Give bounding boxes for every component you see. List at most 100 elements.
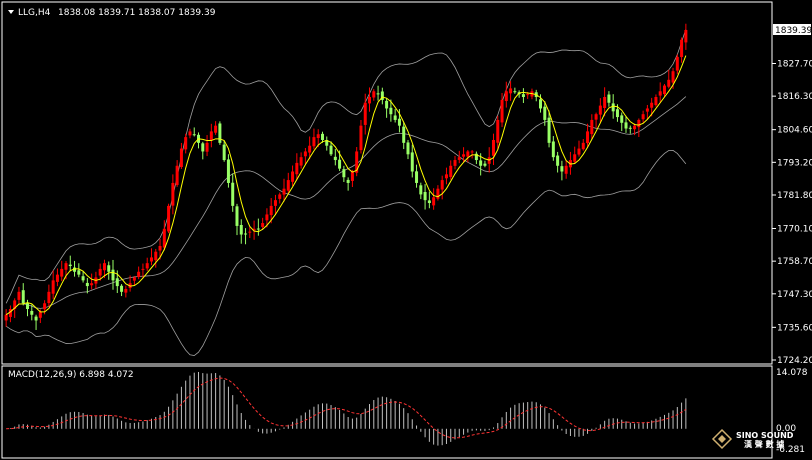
candle-body [611,103,615,112]
candle-body [680,39,684,58]
candle-body [675,56,679,71]
candle-body [667,79,671,87]
candle-body [586,131,590,144]
candle-body [543,106,547,120]
candle-body [462,154,466,157]
candle-body [496,119,500,143]
candle-body [30,310,34,315]
candle-body [590,119,594,135]
candle-body [145,263,149,269]
candle-body [658,91,662,96]
candle-body [654,97,658,106]
price-tick-label: 1804.60 [777,126,812,136]
candle-body [312,137,316,147]
candle-body [124,288,128,293]
candle-body [662,85,666,95]
candle-body [671,71,675,83]
candle-body [295,162,299,175]
macd-label: MACD(12,26,9) 6.898 4.072 [8,370,134,380]
candle-body [77,270,81,275]
candle-body [389,107,393,115]
candle-body [188,131,192,136]
candle-body [26,303,30,310]
candle-body [175,165,179,185]
candle-body [338,159,342,169]
candle-body [214,125,218,133]
candle-body [269,205,273,216]
candle-body [423,191,427,201]
candle-body [38,311,42,318]
candle-body [500,99,504,123]
candle-body [483,163,487,166]
candle-body [598,105,602,115]
candle-body [539,99,543,109]
candle-body [350,171,354,181]
candle-body [509,88,513,94]
candle-body [624,122,628,129]
candle-body [282,188,286,195]
candle-body [102,263,106,271]
candle-body [410,152,414,172]
candle-body [205,142,209,152]
candle-body [90,283,94,286]
candle-body [573,154,577,162]
candle-body [291,171,295,182]
candle-body [303,151,307,157]
candle-body [154,251,158,261]
candle-body [427,200,431,204]
price-tick-label: 1735.60 [777,323,812,333]
candle-body [149,257,153,262]
price-tick-label: 1747.30 [777,290,812,300]
candle-body [449,165,453,177]
candle-body [51,280,55,294]
candle-body [231,182,235,206]
candle-body [137,271,141,278]
candle-body [167,205,171,232]
candle-body [453,160,457,166]
candle-body [577,148,581,155]
candle-body [513,91,517,93]
price-tick-label: 1724.20 [777,356,812,366]
candle-body [81,276,85,281]
candle-body [111,269,115,281]
candle-body [286,180,290,191]
macd-tick-top: 14.078 [776,368,808,378]
candle-body [491,139,495,156]
candle-body [402,126,406,143]
candle-body [299,157,303,166]
candle-body [633,125,637,130]
candle-body [607,94,611,103]
candle-body [372,91,376,98]
candle-body [218,123,222,143]
candle-body [201,143,205,152]
candle-body [526,94,530,96]
candle-body [432,197,436,206]
candle-body [141,268,145,270]
candle-body [363,102,367,125]
candle-body [342,169,346,178]
candle-body [209,131,213,141]
candle-body [248,231,252,233]
candle-body [308,145,312,153]
candle-body [333,156,337,161]
candle-body [316,134,320,139]
candle-body [265,214,269,221]
candle-body [637,119,641,128]
price-chart[interactable]: LLG,H4 1838.08 1839.71 1838.07 1839.39 1… [0,0,812,460]
candle-body [120,285,124,292]
candle-body [564,165,568,174]
candle-body [132,277,136,281]
candle-body [581,142,585,150]
candle-body [457,157,461,160]
candle-body [397,118,401,126]
candle-body [479,160,483,166]
candle-body [419,185,423,195]
candle-body [547,117,551,143]
logo-name: SINO SOUND [736,431,794,440]
candle-body [376,93,380,95]
candle-body [466,151,470,157]
candle-body [179,148,183,168]
candle-body [440,180,444,190]
candle-body [98,268,102,276]
candle-body [184,137,188,150]
